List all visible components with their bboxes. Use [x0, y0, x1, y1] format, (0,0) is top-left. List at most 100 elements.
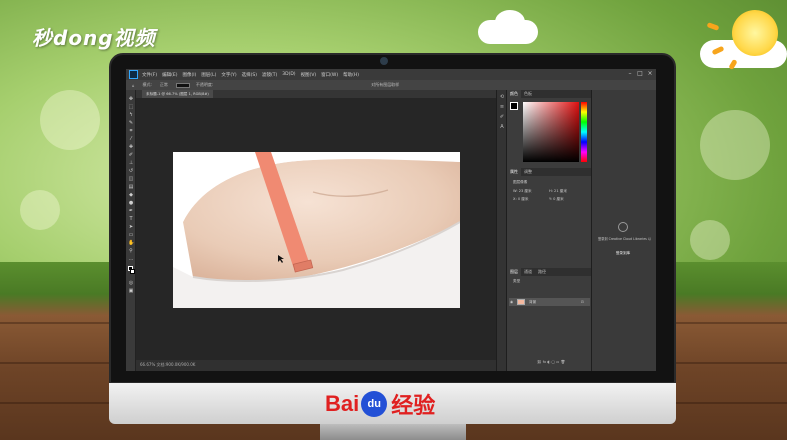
- layer-name: 背景: [529, 300, 537, 304]
- cc-login-button[interactable]: 登录到库: [612, 250, 634, 256]
- menu-help[interactable]: 帮助(H): [343, 72, 359, 78]
- menu-image[interactable]: 图像(I): [182, 72, 196, 78]
- tools-panel: ✥ ⬚ ϟ ✎ ⌗ ⁄ ✚ ✐ ⊥ ↺ ◫ ▤ ◆ ● ✒ T ➤ ▭ ✋ ⚲ …: [126, 90, 136, 371]
- quick-select-icon[interactable]: ✎: [128, 120, 134, 126]
- bokeh-light: [690, 220, 730, 260]
- webcam: [380, 57, 388, 65]
- libraries-panel: 登录到 Creative Cloud Libraries 以 登录到库: [591, 90, 656, 371]
- background-color-swatch[interactable]: [130, 269, 135, 274]
- layers-panel-tabs: 图层 通道 路径: [507, 268, 592, 276]
- cc-login-text: 登录到 Creative Cloud Libraries 以: [598, 237, 652, 241]
- pattern-swatch[interactable]: [175, 82, 190, 88]
- close-icon[interactable]: ×: [646, 70, 654, 78]
- brand-bai: Bai: [325, 391, 360, 416]
- pen-tool-icon[interactable]: ✒: [128, 208, 134, 214]
- brush-tool-icon[interactable]: ✐: [128, 152, 134, 158]
- layer-row[interactable]: ◉ 背景 ⊡: [509, 298, 590, 306]
- tab-swatches[interactable]: 色板: [521, 90, 535, 98]
- dodge-tool-icon[interactable]: ●: [128, 200, 134, 206]
- history-panel-icon[interactable]: ⟲: [499, 94, 505, 100]
- tool-preset-icon[interactable]: ⌂: [132, 83, 135, 88]
- menu-type[interactable]: 文字(Y): [221, 72, 236, 78]
- bokeh-light: [20, 190, 60, 230]
- gradient-tool-icon[interactable]: ▤: [128, 184, 134, 190]
- hand-tool-icon[interactable]: ✋: [128, 240, 134, 246]
- props-width[interactable]: W: 23 厘米: [513, 189, 532, 194]
- document-tab-bar: 未标题-1 @ 66.7% (图层 1, RGB/8#): [136, 90, 496, 98]
- menu-window[interactable]: 窗口(W): [321, 72, 338, 78]
- opacity-label: 不透明度:: [195, 82, 214, 87]
- visibility-eye-icon[interactable]: ◉: [510, 300, 513, 304]
- minimize-icon[interactable]: –: [626, 70, 634, 78]
- cloud-decoration: [495, 10, 525, 34]
- document-tab[interactable]: 未标题-1 @ 66.7% (图层 1, RGB/8#): [142, 90, 213, 98]
- photoshop-window: 文件(F) 编辑(E) 图像(I) 图层(L) 文字(Y) 选择(S) 滤镜(T…: [126, 69, 656, 371]
- zoom-tool-icon[interactable]: ⚲: [128, 248, 134, 254]
- watermark-logo: 秒dong视频: [32, 26, 156, 50]
- lasso-tool-icon[interactable]: ϟ: [128, 112, 134, 118]
- screen-mode-icon[interactable]: ▣: [128, 288, 134, 294]
- eyedropper-icon[interactable]: ⁄: [128, 136, 134, 142]
- menu-edit[interactable]: 编辑(E): [162, 72, 177, 78]
- character-panel-icon[interactable]: A: [499, 124, 505, 130]
- clone-stamp-icon[interactable]: ⊥: [128, 160, 134, 166]
- more-tools-icon[interactable]: …: [128, 256, 134, 262]
- shape-tool-icon[interactable]: ▭: [128, 232, 134, 238]
- props-height[interactable]: H: 21 厘米: [549, 189, 567, 194]
- properties-panel-icon[interactable]: ≡: [499, 104, 505, 110]
- color-picker-field[interactable]: [523, 102, 579, 162]
- maximize-icon[interactable]: □: [636, 70, 644, 78]
- ps-logo-icon: [129, 70, 138, 79]
- layer-lock-icon: ⊡: [581, 300, 585, 304]
- menu-view[interactable]: 视图(V): [301, 72, 317, 78]
- healing-brush-icon[interactable]: ✚: [128, 144, 134, 150]
- brand-jingyan: 经验: [391, 393, 436, 418]
- document-image[interactable]: [173, 152, 460, 308]
- brand-paw-icon: du: [361, 391, 388, 417]
- menu-bar: 文件(F) 编辑(E) 图像(I) 图层(L) 文字(Y) 选择(S) 滤镜(T…: [126, 69, 656, 80]
- props-x[interactable]: X: 0 厘米: [513, 197, 528, 202]
- mode-select[interactable]: 正常: [160, 82, 168, 88]
- eraser-tool-icon[interactable]: ◫: [128, 176, 134, 182]
- path-select-icon[interactable]: ➤: [128, 224, 134, 230]
- hue-slider[interactable]: [581, 102, 587, 162]
- color-panel-tabs: 颜色 色板: [507, 90, 592, 98]
- brush-panel-icon[interactable]: ✐: [499, 114, 505, 120]
- quick-mask-icon[interactable]: ◎: [128, 280, 134, 286]
- panel-foreground-swatch[interactable]: [510, 102, 518, 110]
- blur-tool-icon[interactable]: ◆: [128, 192, 134, 198]
- layer-actions-icons[interactable]: ⛓ fx ◐ ▢ ▭ 🗑: [537, 360, 565, 364]
- history-brush-icon[interactable]: ↺: [128, 168, 134, 174]
- sun-icon: [732, 10, 778, 56]
- zoom-status: 66.67% 文档:900.0K/900.0K: [140, 362, 196, 367]
- right-panels: 颜色 色板 属性 调整 图层像素 W: 23 厘米 H: 21 厘米 X: 0 …: [506, 90, 592, 371]
- type-tool-icon[interactable]: T: [128, 216, 134, 222]
- tab-channels[interactable]: 通道: [521, 268, 535, 276]
- move-tool-icon[interactable]: ✥: [128, 96, 134, 102]
- menu-filter[interactable]: 滤镜(T): [262, 72, 277, 78]
- tab-paths[interactable]: 路径: [535, 268, 549, 276]
- menu-layer[interactable]: 图层(L): [201, 72, 216, 78]
- menu-3d[interactable]: 3D(D): [282, 72, 295, 77]
- props-y[interactable]: Y: 0 厘米: [549, 197, 564, 202]
- tab-adjustments[interactable]: 调整: [521, 168, 535, 176]
- layer-filter-select[interactable]: 类型: [513, 279, 520, 284]
- marquee-tool-icon[interactable]: ⬚: [128, 104, 134, 110]
- shoulder-photo: [173, 152, 460, 308]
- layer-thumbnail: [517, 299, 525, 305]
- tab-layers[interactable]: 图层: [507, 268, 521, 276]
- tab-color[interactable]: 颜色: [507, 90, 521, 98]
- menu-select[interactable]: 选择(S): [242, 72, 257, 78]
- props-layer-pixels: 图层像素: [513, 180, 528, 184]
- baidu-jingyan-logo: Bai du 经验: [325, 388, 435, 420]
- monitor-stand: [320, 424, 466, 440]
- properties-panel-tabs: 属性 调整: [507, 168, 592, 176]
- sample-all-layers[interactable]: 对所有图层取样: [371, 82, 399, 88]
- tab-properties[interactable]: 属性: [507, 168, 521, 176]
- collapsed-panel-strip: ⟲ ≡ ✐ A: [496, 90, 506, 371]
- crop-tool-icon[interactable]: ⌗: [128, 128, 134, 134]
- bokeh-light: [700, 110, 770, 180]
- bokeh-light: [40, 90, 100, 150]
- canvas-area[interactable]: [136, 98, 496, 360]
- menu-file[interactable]: 文件(F): [142, 72, 157, 78]
